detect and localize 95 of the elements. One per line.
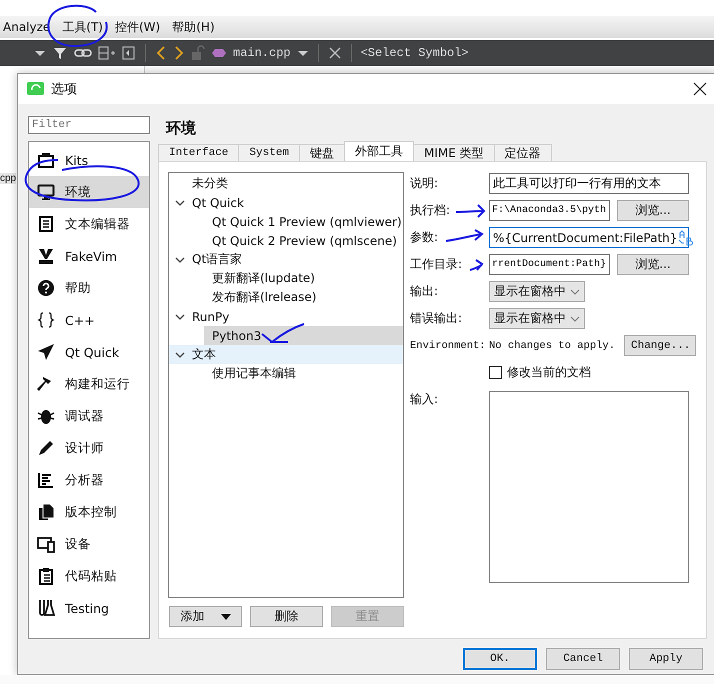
dialog-button[interactable]: Cancel <box>546 648 620 670</box>
paper-plane-icon <box>37 343 55 361</box>
tab[interactable]: 外部工具 <box>344 141 414 161</box>
filter-icon[interactable] <box>52 45 68 61</box>
field-label: 参数: <box>410 229 438 246</box>
chevron-down-icon[interactable] <box>175 254 185 264</box>
category-item[interactable]: 版本控制 <box>29 496 149 528</box>
annotation-arrow <box>261 323 305 343</box>
tab[interactable]: MIME 类型 <box>413 144 495 161</box>
category-item[interactable]: 设备 <box>29 528 149 560</box>
help-icon <box>37 279 55 297</box>
annotation-arrow <box>445 229 483 242</box>
tree-item[interactable]: Qt Quick <box>169 193 403 212</box>
tree-item[interactable]: 未分类 <box>169 174 403 193</box>
symbol-selector[interactable]: <Select Symbol> <box>360 46 469 60</box>
category-item[interactable]: 文本编辑器 <box>29 208 149 240</box>
documents-icon <box>37 503 55 521</box>
monitor-icon <box>37 183 55 201</box>
checkbox-label[interactable]: 修改当前的文档 <box>507 364 591 381</box>
tree-item[interactable]: Qt Quick 2 Preview (qmlscene) <box>169 231 403 250</box>
chevron-down-icon[interactable] <box>175 198 185 208</box>
file-name[interactable]: main.cpp <box>233 46 291 60</box>
tree-item[interactable]: Qt语言家 <box>169 250 403 269</box>
tab[interactable]: 键盘 <box>299 144 346 161</box>
field-label: 执行档: <box>410 202 450 219</box>
split-add-icon[interactable] <box>98 45 116 61</box>
clipboard-icon <box>37 567 55 585</box>
tree-item[interactable]: 更新翻译(lupdate) <box>169 269 403 288</box>
chevron-down-icon[interactable] <box>175 350 185 360</box>
annotation-arrow <box>469 259 483 271</box>
change-button[interactable]: Change... <box>624 335 696 356</box>
toolbox-icon <box>37 151 55 169</box>
sidebar-toggle-icon[interactable] <box>122 45 136 61</box>
category-item[interactable]: 环境 <box>29 176 149 208</box>
category-item[interactable]: 分析器 <box>29 464 149 496</box>
category-item[interactable]: FakeVim <box>29 240 149 272</box>
dialog-button[interactable]: OK. <box>463 648 537 670</box>
category-item[interactable]: 设计师 <box>29 432 149 464</box>
browse-button[interactable]: 浏览... <box>617 200 689 221</box>
menu-item[interactable]: 帮助(H) <box>168 18 223 36</box>
description-field[interactable]: 此工具可以打印一行有用的文本 <box>489 173 689 194</box>
chevron-down-icon <box>570 288 580 294</box>
field-label: 说明: <box>410 175 440 192</box>
field-label: 错误输出: <box>410 310 464 327</box>
tree-item[interactable]: 发布翻译(lrelease) <box>169 288 403 307</box>
filter-field[interactable]: Filter <box>28 116 150 134</box>
path-field[interactable]: rrentDocument:Path} <box>489 254 610 275</box>
menu-item[interactable]: 控件(W) <box>111 18 168 36</box>
pencil-icon <box>37 439 55 457</box>
add-dropdown-button[interactable]: 添加 <box>169 606 242 627</box>
tab[interactable]: Interface <box>158 144 240 161</box>
chevron-down-icon[interactable] <box>175 312 185 322</box>
category-item[interactable]: 调试器 <box>29 400 149 432</box>
field-label: 输出: <box>410 283 440 300</box>
tree-item[interactable]: Python3 <box>204 326 403 345</box>
environment-status: No changes to apply. <box>489 340 616 352</box>
output-dropdown[interactable]: 显示在窗格中 <box>489 281 585 302</box>
chevron-down-icon <box>570 316 580 322</box>
browse-button[interactable]: 浏览... <box>617 254 689 275</box>
caret-icon <box>220 614 230 620</box>
category-item[interactable]: 代码粘贴 <box>29 560 149 592</box>
tree-item[interactable]: RunPy <box>169 307 403 326</box>
document-icon <box>37 215 55 233</box>
tree-item[interactable]: Qt Quick 1 Preview (qmlviewer) <box>169 212 403 231</box>
window-title: 选项 <box>51 81 77 98</box>
close-icon[interactable] <box>693 82 707 96</box>
tab[interactable]: 定位器 <box>494 144 552 161</box>
field-label: Environment: <box>410 340 487 352</box>
checkbox[interactable] <box>489 366 502 379</box>
braces-icon <box>37 311 55 329</box>
category-item[interactable]: C++ <box>29 304 149 336</box>
bug-icon <box>37 407 55 425</box>
field-label: 工作目录: <box>410 256 462 273</box>
category-item[interactable]: Kits <box>29 144 149 176</box>
category-item[interactable]: Qt Quick <box>29 336 149 368</box>
file-name[interactable]: cpp <box>0 173 16 184</box>
field-label: 输入: <box>410 391 440 408</box>
menu-item[interactable]: 工具(T) <box>58 18 111 36</box>
page-heading: 环境 <box>164 118 197 139</box>
qt-logo-icon <box>27 81 45 97</box>
button[interactable]: 删除 <box>250 606 323 627</box>
devices-icon <box>37 535 55 553</box>
annotation-arrow <box>455 204 485 218</box>
output-dropdown[interactable]: 显示在窗格中 <box>489 308 585 329</box>
dialog-button[interactable]: Apply <box>629 648 703 670</box>
tree-item[interactable]: 文本 <box>169 345 403 364</box>
test-tubes-icon <box>37 599 55 617</box>
input-field[interactable] <box>489 391 689 583</box>
path-field[interactable]: F:\Anaconda3.5\pyth <box>489 200 610 221</box>
variables-icon[interactable] <box>677 230 694 246</box>
category-item[interactable]: Testing <box>29 592 149 624</box>
category-item[interactable]: 构建和运行 <box>29 368 149 400</box>
bar-list-icon <box>37 471 55 489</box>
category-item[interactable]: 帮助 <box>29 272 149 304</box>
tree-item[interactable]: 使用记事本编辑 <box>169 364 403 383</box>
